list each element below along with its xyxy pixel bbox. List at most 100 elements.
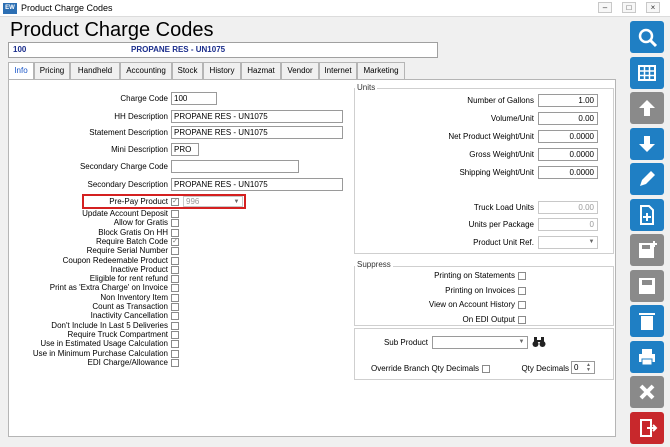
pre-pay-product-value: 996 bbox=[186, 197, 200, 206]
option-checkbox[interactable] bbox=[171, 228, 179, 237]
qty-decimals-label: Qty Decimals bbox=[521, 364, 569, 373]
grid-icon bbox=[638, 64, 656, 81]
units-group-title: Units bbox=[355, 83, 378, 92]
save-button[interactable] bbox=[630, 269, 664, 302]
suppress-checkbox[interactable] bbox=[518, 272, 526, 280]
grid-button[interactable] bbox=[630, 56, 664, 89]
option-checkbox[interactable] bbox=[171, 210, 179, 218]
exit-button[interactable] bbox=[630, 411, 664, 444]
unit-field[interactable]: 1.00 bbox=[538, 94, 598, 107]
suppress-label: Printing on Statements bbox=[434, 271, 515, 280]
secondary-charge-code-label: Secondary Charge Code bbox=[79, 162, 168, 171]
tab-marketing[interactable]: Marketing bbox=[357, 62, 405, 79]
option-checkbox[interactable] bbox=[171, 330, 179, 339]
option-checkbox[interactable] bbox=[171, 312, 179, 321]
units-per-package-label: Units per Package bbox=[468, 220, 534, 229]
secondary-charge-code-field[interactable] bbox=[171, 160, 299, 173]
option-checkbox[interactable] bbox=[171, 321, 179, 330]
arrow-down-icon bbox=[639, 135, 655, 152]
pencil-icon bbox=[640, 171, 655, 186]
charge-description-display: PROPANE RES - UN1075 bbox=[131, 45, 226, 54]
unit-field[interactable]: 0.0000 bbox=[538, 166, 598, 179]
product-unit-ref-label: Product Unit Ref. bbox=[473, 238, 534, 247]
truck-load-units-field[interactable]: 0.00 bbox=[538, 201, 598, 214]
suppress-checkbox[interactable] bbox=[518, 315, 526, 324]
suppress-label: On EDI Output bbox=[462, 314, 515, 324]
option-checkbox[interactable] bbox=[171, 349, 179, 358]
option-checkbox[interactable] bbox=[171, 340, 179, 349]
minimize-icon[interactable]: – bbox=[598, 2, 612, 13]
option-checkbox[interactable] bbox=[171, 265, 179, 274]
unit-label: Volume/Unit bbox=[490, 114, 534, 123]
checkbox-label: EDI Charge/Allowance bbox=[87, 357, 168, 367]
units-per-package-field[interactable]: 0 bbox=[538, 218, 598, 231]
tab-accounting[interactable]: Accounting bbox=[120, 62, 172, 79]
suppress-checkbox[interactable] bbox=[518, 286, 526, 295]
tab-pricing[interactable]: Pricing bbox=[34, 62, 70, 79]
pre-pay-product-select[interactable]: 996 ▼ bbox=[183, 196, 243, 207]
save-new-button[interactable] bbox=[630, 234, 664, 266]
qty-decimals-value: 0 bbox=[574, 363, 579, 372]
suppress-label: Printing on Invoices bbox=[445, 285, 515, 295]
app-logo-icon: EW bbox=[3, 3, 17, 14]
mini-description-label: Mini Description bbox=[111, 145, 168, 154]
tab-internet[interactable]: Internet bbox=[319, 62, 357, 79]
printer-icon bbox=[639, 348, 655, 365]
window-title: Product Charge Codes bbox=[21, 3, 113, 13]
down-button[interactable] bbox=[630, 127, 664, 160]
option-checkbox[interactable] bbox=[171, 303, 179, 311]
tab-history[interactable]: History bbox=[203, 62, 241, 79]
cancel-button[interactable] bbox=[630, 376, 664, 408]
exit-door-icon bbox=[640, 418, 658, 437]
suppress-label: View on Account History bbox=[428, 300, 515, 309]
maximize-icon[interactable]: □ bbox=[622, 2, 636, 13]
override-branch-checkbox[interactable] bbox=[482, 365, 490, 373]
option-checkbox[interactable] bbox=[171, 256, 179, 265]
pre-pay-product-checkbox[interactable]: ✓ bbox=[171, 198, 179, 206]
sub-product-select[interactable]: ▼ bbox=[432, 336, 528, 349]
search-button[interactable] bbox=[630, 21, 664, 53]
charge-code-label: Charge Code bbox=[120, 94, 168, 103]
tab-hazmat[interactable]: Hazmat bbox=[241, 62, 281, 79]
new-button[interactable] bbox=[630, 198, 664, 231]
secondary-description-label: Secondary Description bbox=[87, 180, 168, 189]
close-icon[interactable]: × bbox=[646, 2, 660, 13]
option-checkbox[interactable]: ✓ bbox=[171, 237, 179, 246]
option-checkbox[interactable] bbox=[171, 358, 179, 367]
tab-vendor[interactable]: Vendor bbox=[281, 62, 319, 79]
search-icon bbox=[638, 28, 658, 48]
binoculars-icon[interactable] bbox=[532, 336, 546, 348]
charge-code-display: 100 bbox=[13, 45, 27, 54]
truck-load-units-label: Truck Load Units bbox=[473, 203, 534, 212]
option-checkbox[interactable] bbox=[171, 275, 179, 284]
up-button[interactable] bbox=[630, 92, 664, 124]
print-button[interactable] bbox=[630, 340, 664, 373]
statement-description-field[interactable]: PROPANE RES - UN1075 bbox=[171, 126, 343, 139]
suppress-checkbox[interactable] bbox=[518, 301, 526, 309]
pre-pay-product-label: Pre-Pay Product bbox=[109, 197, 168, 206]
option-checkbox[interactable] bbox=[171, 284, 179, 293]
save-plus-icon bbox=[639, 241, 657, 258]
edit-button[interactable] bbox=[630, 163, 664, 195]
option-checkbox[interactable] bbox=[171, 219, 179, 228]
mini-description-field[interactable]: PRO bbox=[171, 143, 199, 156]
stepper-arrows-icon[interactable]: ▲ ▼ bbox=[584, 363, 593, 373]
hh-description-field[interactable]: PROPANE RES - UN1075 bbox=[171, 110, 343, 123]
qty-decimals-stepper[interactable]: 0 ▲ ▼ bbox=[571, 361, 595, 374]
tab-stock[interactable]: Stock bbox=[172, 62, 203, 79]
code-bar: 100 PROPANE RES - UN1075 bbox=[8, 42, 438, 58]
tab-handheld[interactable]: Handheld bbox=[70, 62, 120, 79]
save-icon bbox=[639, 277, 655, 294]
secondary-description-field[interactable]: PROPANE RES - UN1075 bbox=[171, 178, 343, 191]
option-checkbox[interactable] bbox=[171, 293, 179, 302]
arrow-up-icon bbox=[639, 100, 655, 116]
unit-field[interactable]: 0.0000 bbox=[538, 130, 598, 143]
unit-field[interactable]: 0.0000 bbox=[538, 148, 598, 161]
trash-icon bbox=[639, 313, 655, 330]
product-unit-ref-select[interactable]: ▼ bbox=[538, 236, 598, 249]
charge-code-field[interactable]: 100 bbox=[171, 92, 217, 105]
option-checkbox[interactable] bbox=[171, 247, 179, 256]
delete-button[interactable] bbox=[630, 305, 664, 337]
chevron-down-icon: ▼ bbox=[588, 239, 595, 245]
unit-field[interactable]: 0.00 bbox=[538, 112, 598, 125]
